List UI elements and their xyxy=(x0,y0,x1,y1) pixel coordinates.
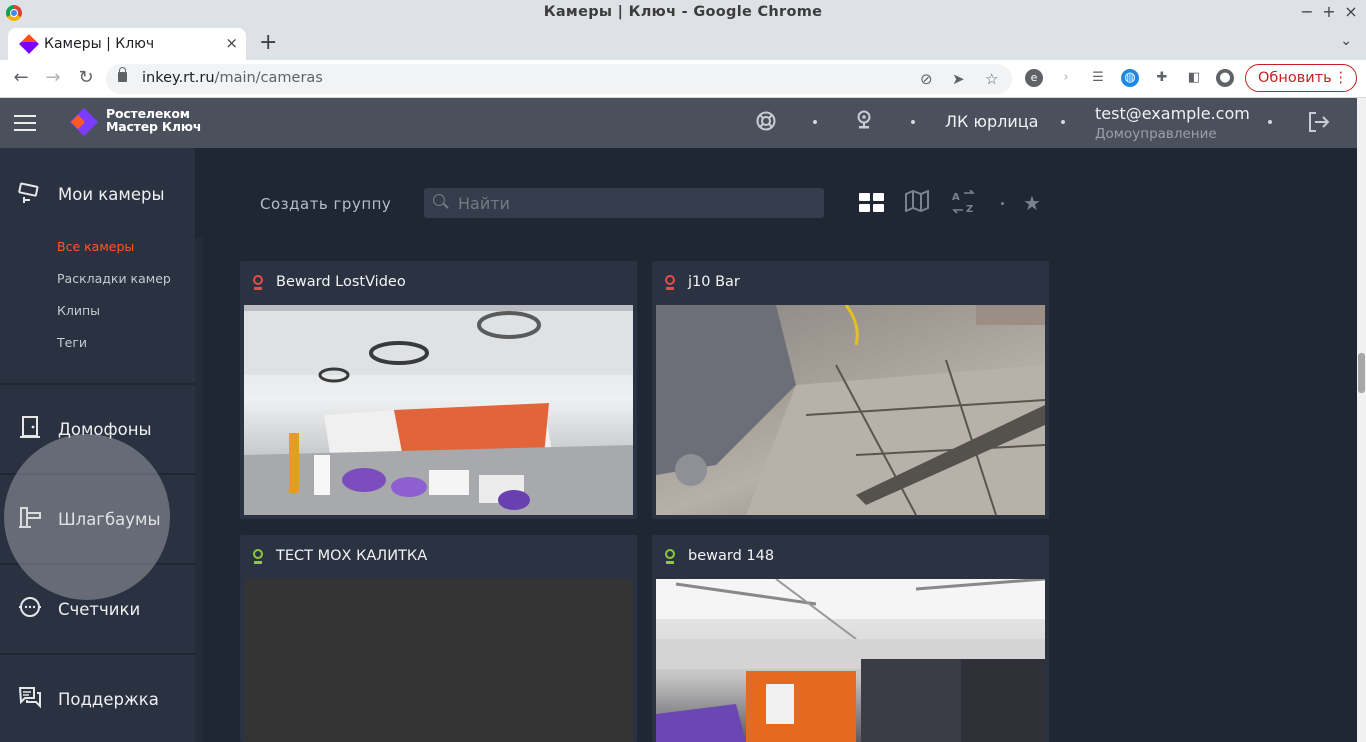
camera-card-header: beward 148 xyxy=(652,535,1049,579)
camera-card-header: j10 Bar xyxy=(652,261,1049,305)
camera-status-icon xyxy=(252,549,264,565)
puzzle-extensions-icon[interactable]: ✚ xyxy=(1153,69,1171,87)
tab-title: Камеры | Ключ xyxy=(44,36,155,52)
logout-icon[interactable] xyxy=(1306,110,1330,134)
translate-extension-icon[interactable]: ◍ xyxy=(1121,69,1139,87)
browser-toolbar: ← → ↻ inkey.rt.ru/main/cameras ⊘ ➤ ☆ e ›… xyxy=(0,60,1366,98)
tab-search-chevron-icon[interactable]: ⌄ xyxy=(1340,33,1352,49)
camera-name: Beward LostVideo xyxy=(276,274,406,290)
camera-card[interactable]: j10 Bar xyxy=(652,261,1049,519)
list-extension-icon[interactable]: ☰ xyxy=(1089,69,1107,87)
send-icon[interactable]: ➤ xyxy=(952,70,965,88)
account-type[interactable]: ЛК юрлица xyxy=(945,112,1038,131)
favorites-star-icon[interactable]: ★ xyxy=(1018,190,1046,216)
update-chrome-button[interactable]: Обновить ⋮ xyxy=(1245,64,1357,92)
tab-strip: Камеры | Ключ × xyxy=(0,26,1366,60)
rostelecom-logo-icon[interactable] xyxy=(69,107,99,137)
bookmark-star-icon[interactable]: ☆ xyxy=(985,70,998,88)
window-titlebar: Камеры | Ключ - Google Chrome − + × xyxy=(0,0,1366,26)
menu-kebab-icon[interactable]: ⋮ xyxy=(1334,65,1349,91)
eye-off-icon[interactable]: ⊘ xyxy=(920,70,933,88)
camera-preview-image[interactable] xyxy=(244,305,633,515)
user-email[interactable]: test@example.com xyxy=(1095,104,1250,123)
camera-status-icon xyxy=(664,549,676,565)
reload-icon[interactable]: ↻ xyxy=(75,67,97,88)
app-header: Ростелеком Мастер Ключ ЛК юрлица test@ex… xyxy=(0,98,1357,148)
camera-preview-image[interactable] xyxy=(656,579,1045,742)
new-tab-button[interactable]: + xyxy=(259,30,277,55)
chevron-right-icon[interactable]: › xyxy=(1057,69,1075,87)
window-title: Камеры | Ключ - Google Chrome xyxy=(543,4,823,20)
close-window-button[interactable]: × xyxy=(1341,2,1361,21)
camera-preview-image[interactable] xyxy=(656,305,1045,515)
camera-name: j10 Bar xyxy=(688,274,740,290)
search-box[interactable] xyxy=(424,188,824,218)
camera-status-icon xyxy=(664,275,676,291)
update-label: Обновить xyxy=(1258,70,1332,86)
svg-text:A: A xyxy=(952,192,960,203)
url-path: /main/cameras xyxy=(214,70,323,86)
organization-name: Домоуправление xyxy=(1095,126,1217,142)
header-separator-dot xyxy=(813,120,817,124)
camera-card-header: Beward LostVideo xyxy=(240,261,637,305)
tab-cameras[interactable]: Камеры | Ключ × xyxy=(8,28,246,60)
camera-header-icon[interactable] xyxy=(852,110,876,134)
sidebar-subitem-all-cameras[interactable]: Все камеры xyxy=(57,239,134,254)
tab-close-icon[interactable]: × xyxy=(225,34,238,52)
lock-icon[interactable] xyxy=(118,67,127,82)
sidebar-item-cameras[interactable]: Мои камеры xyxy=(0,148,195,384)
url-text[interactable]: inkey.rt.ru/main/cameras xyxy=(142,70,323,86)
support-lifebuoy-icon[interactable] xyxy=(754,110,778,134)
site-favicon-icon xyxy=(19,34,39,54)
search-icon xyxy=(433,194,445,206)
page-scrollbar-thumb[interactable] xyxy=(1358,353,1365,393)
sidebar-subitem-tags[interactable]: Теги xyxy=(57,335,87,350)
camera-name: beward 148 xyxy=(688,548,775,564)
sidebar-support-label: Поддержка xyxy=(58,690,159,709)
camera-card[interactable]: Beward LostVideo xyxy=(240,261,637,519)
door-icon xyxy=(16,415,44,443)
sidebar-cameras-label: Мои камеры xyxy=(58,185,165,204)
forward-arrow-icon[interactable]: → xyxy=(42,67,64,88)
grid-view-icon[interactable] xyxy=(859,193,885,213)
hamburger-menu-icon[interactable] xyxy=(14,115,36,131)
back-arrow-icon[interactable]: ← xyxy=(10,67,32,88)
meter-gauge-icon xyxy=(16,595,44,623)
chat-bubbles-icon xyxy=(16,685,44,713)
map-view-icon[interactable] xyxy=(903,189,931,216)
sidebar-scroll-strip xyxy=(195,238,203,742)
camera-card[interactable]: beward 148 xyxy=(652,535,1049,742)
camera-preview-image[interactable] xyxy=(244,579,633,742)
sidebar-subitem-clips[interactable]: Клипы xyxy=(57,303,100,318)
address-bar[interactable]: inkey.rt.ru/main/cameras ⊘ ➤ ☆ xyxy=(106,64,1012,94)
side-panel-icon[interactable]: ◧ xyxy=(1185,69,1203,87)
maximize-button[interactable]: + xyxy=(1319,2,1339,21)
header-separator-dot xyxy=(1061,120,1065,124)
view-separator-dot xyxy=(1001,202,1004,205)
url-host: inkey.rt.ru xyxy=(142,70,215,86)
sidebar-subitem-layouts[interactable]: Раскладки камер xyxy=(57,271,171,286)
click-ripple-overlay xyxy=(4,434,170,600)
create-group-button[interactable]: Создать группу xyxy=(260,195,391,213)
extension-e-icon[interactable]: e xyxy=(1025,69,1043,87)
header-separator-dot xyxy=(911,120,915,124)
cctv-camera-icon xyxy=(16,181,44,209)
sidebar-item-support[interactable]: Поддержка xyxy=(0,655,195,742)
header-separator-dot xyxy=(1268,120,1272,124)
profile-avatar-icon[interactable]: ● xyxy=(1216,69,1234,87)
search-input[interactable] xyxy=(458,192,808,214)
brand-logo-text[interactable]: Ростелеком Мастер Ключ xyxy=(106,107,201,133)
svg-text:Z: Z xyxy=(966,204,973,214)
page-scrollbar[interactable] xyxy=(1357,98,1366,742)
camera-card-header: ТЕСТ МОХ КАЛИТКА xyxy=(240,535,637,579)
camera-name: ТЕСТ МОХ КАЛИТКА xyxy=(276,548,428,564)
minimize-button[interactable]: − xyxy=(1297,2,1317,21)
sidebar-meters-label: Счетчики xyxy=(58,600,141,619)
camera-status-icon xyxy=(252,275,264,291)
logo-line-2: Мастер Ключ xyxy=(106,119,202,134)
sort-az-icon[interactable]: AZ xyxy=(950,189,978,216)
main-content: Создать группу AZ ★ Beward LostVideo xyxy=(203,148,1357,742)
camera-card[interactable]: ТЕСТ МОХ КАЛИТКА xyxy=(240,535,637,742)
